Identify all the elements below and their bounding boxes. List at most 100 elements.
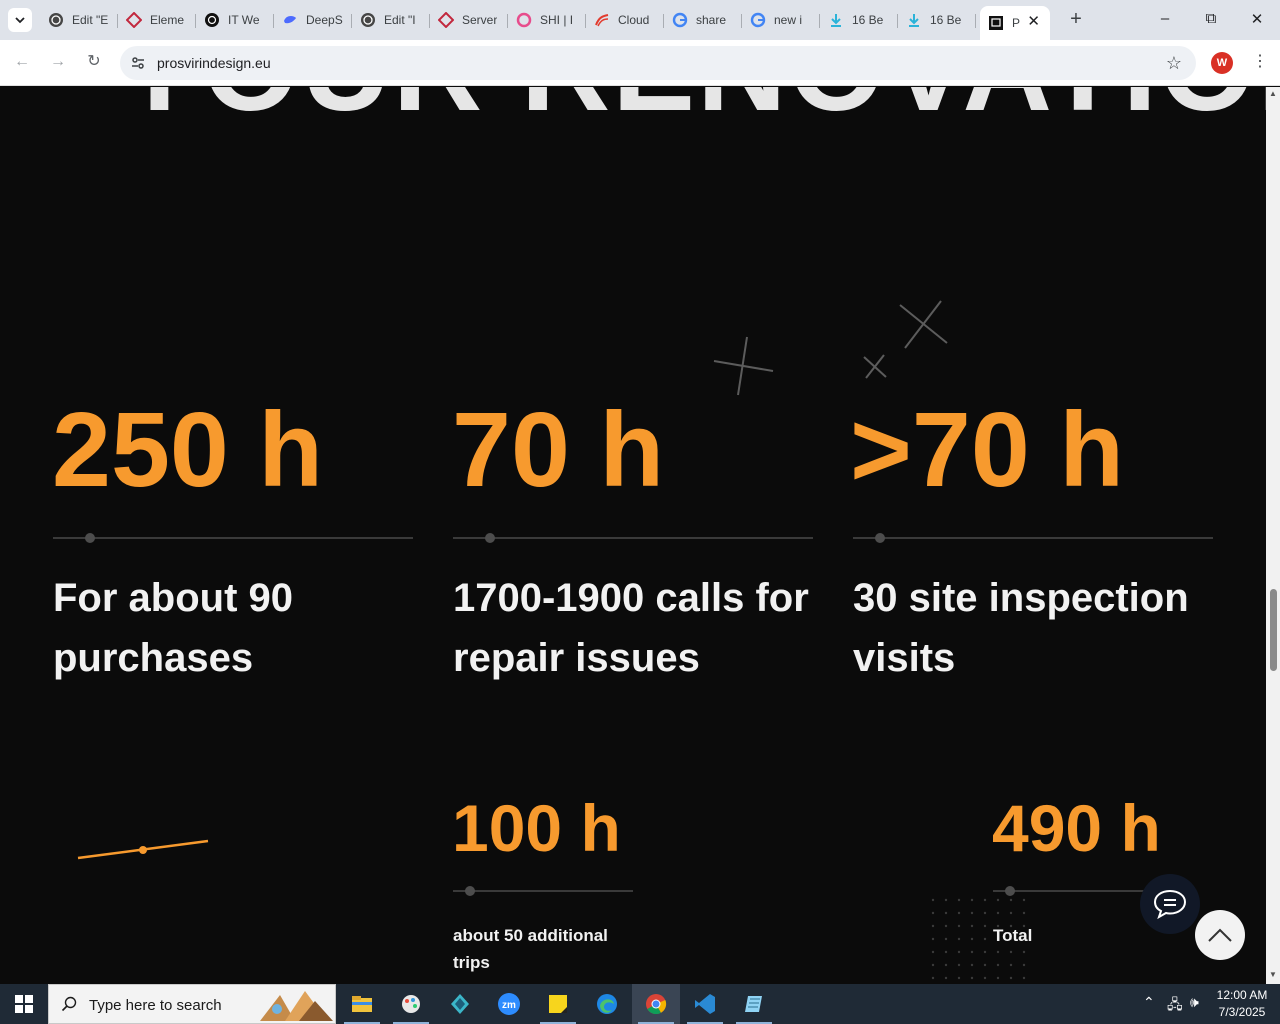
chat-button[interactable] [1140,874,1200,934]
tab-title: IT We [228,13,260,27]
browser-tab[interactable]: Cloud [586,6,664,34]
cloud-icon [594,12,610,28]
divider-dot [1005,886,1015,896]
close-tab-icon[interactable]: ✕ [1027,12,1040,30]
reload-button[interactable]: ↻ [84,52,104,72]
site-settings-icon[interactable] [130,55,146,71]
deepseek-icon [282,12,298,28]
elementor-icon [126,12,142,28]
tab-title: share [696,13,727,27]
taskbar-app-paint-app[interactable] [387,984,435,1024]
chat-bubble-icon [1153,889,1187,920]
stat-desc-calls: 1700-1900 calls for repair issues [453,576,809,680]
stat-desc-purchases: For about 90 purchases [53,576,294,680]
close-window-button[interactable]: ✕ [1247,10,1267,28]
forward-button[interactable]: → [48,52,68,72]
browser-toolbar: ← → ↻ prosvirindesign.eu ☆ [0,40,1280,86]
scrollbar-thumb[interactable] [1270,589,1277,671]
tab-title: Edit "E [72,13,109,27]
stat-value-calls: 70 h [452,391,665,509]
clock-time: 12:00 AM [1216,988,1268,1002]
google-icon [750,12,766,28]
chevron-up-icon [1208,928,1232,942]
browser-menu-icon[interactable]: ⋮ [1252,52,1268,72]
stat-value-inspections: >70 h [850,391,1125,509]
browser-tab[interactable]: DeepS [274,6,352,34]
scroll-to-top-button[interactable] [1195,910,1245,960]
decorative-crosses [713,300,948,396]
tab-title: Server [462,13,498,27]
taskbar-search-box[interactable]: Type here to search [48,984,336,1024]
stat-desc-inspections: 30 site inspection visits [853,576,1189,680]
browser-tab[interactable]: new i [742,6,820,34]
sticky-notes-icon [549,995,567,1013]
notepad-app-icon [745,996,762,1012]
tray-overflow-chevron-icon[interactable]: ⌃ [1143,994,1155,1011]
svg-text:zm: zm [502,1000,516,1011]
taskbar-app-sticky-notes[interactable] [534,984,582,1024]
taskbar-clock[interactable]: 12:00 AM 7/3/2025 [1212,987,1272,1021]
divider-dot [85,533,95,543]
google-icon [672,12,688,28]
browser-tab[interactable]: share [664,6,742,34]
circle-logo-icon [516,12,532,28]
tab-search-button[interactable] [8,8,32,32]
wordpress-icon [360,12,376,28]
tab-title: P [1012,16,1021,30]
address-bar[interactable]: prosvirindesign.eu ☆ [120,46,1196,80]
page-scrollbar[interactable]: ▲ ▼ [1266,87,1280,984]
windows-taskbar: Type here to search zm ⌃ 🖧 🕪 12:00 AM 7/… [0,984,1280,1024]
edge-browser-icon [597,994,617,1014]
tab-strip: Edit "E Eleme IT We DeepS Edit "I Server SHI |… [40,6,1050,40]
scroll-down-arrow-icon[interactable]: ▼ [1269,970,1277,979]
scroll-up-arrow-icon[interactable]: ▲ [1269,89,1277,98]
browser-tab[interactable]: 16 Be [820,6,898,34]
decorative-orange-line [77,839,209,860]
start-button[interactable] [0,984,48,1024]
taskbar-app-notepad-app[interactable] [730,984,778,1024]
new-tab-button[interactable]: + [1066,9,1086,29]
taskbar-app-zoom-app[interactable]: zm [485,984,533,1024]
volume-icon[interactable]: 🕪 [1190,994,1199,1011]
minimize-button[interactable]: – [1155,10,1175,27]
taskbar-app-vscode[interactable] [681,984,729,1024]
stat-desc-total: Total [993,926,1033,945]
browser-tab[interactable]: 16 Be [898,6,976,34]
download-arrow-icon [906,12,922,28]
browser-tab[interactable]: IT We [196,6,274,34]
tab-title: Edit "I [384,13,416,27]
stat-value-total: 490 h [992,791,1161,865]
browser-tab[interactable]: Edit "E [40,6,118,34]
taskbar-app-diamond-app[interactable] [436,984,484,1024]
browser-tab[interactable]: SHI | I [508,6,586,34]
stat-value-purchases: 250 h [52,391,324,509]
url-text[interactable]: prosvirindesign.eu [157,55,271,71]
divider-dot [875,533,885,543]
tab-title: DeepS [306,13,343,27]
network-icon[interactable]: 🖧 [1167,994,1183,1018]
vscode-icon [695,994,715,1014]
profile-avatar[interactable]: W [1211,52,1233,74]
web-page: YOUR RENOVATION 250 h For about 90 purch… [0,87,1266,984]
taskbar-app-file-explorer[interactable] [338,984,386,1024]
tab-title: Eleme [150,13,185,27]
elementor-icon [438,12,454,28]
tab-title: new i [774,13,803,27]
openai-icon [204,12,220,28]
divider [993,890,1153,892]
divider [853,537,1213,539]
tab-title: SHI | I [540,13,574,27]
search-highlight-art-icon [260,991,333,1021]
taskbar-app-edge-browser[interactable] [583,984,631,1024]
taskbar-app-chrome-browser[interactable] [632,984,680,1024]
browser-tab-active[interactable]: P ✕ [980,6,1050,40]
browser-tab[interactable]: Eleme [118,6,196,34]
browser-tab-bar: Edit "E Eleme IT We DeepS Edit "I Server SHI |… [0,0,1280,40]
divider [53,537,413,539]
back-button[interactable]: ← [12,52,32,72]
restore-button[interactable]: ⧉ [1201,10,1221,27]
browser-tab[interactable]: Server [430,6,508,34]
zoom-app-icon: zm [498,993,520,1015]
browser-tab[interactable]: Edit "I [352,6,430,34]
bookmark-star-icon[interactable]: ☆ [1166,53,1182,74]
